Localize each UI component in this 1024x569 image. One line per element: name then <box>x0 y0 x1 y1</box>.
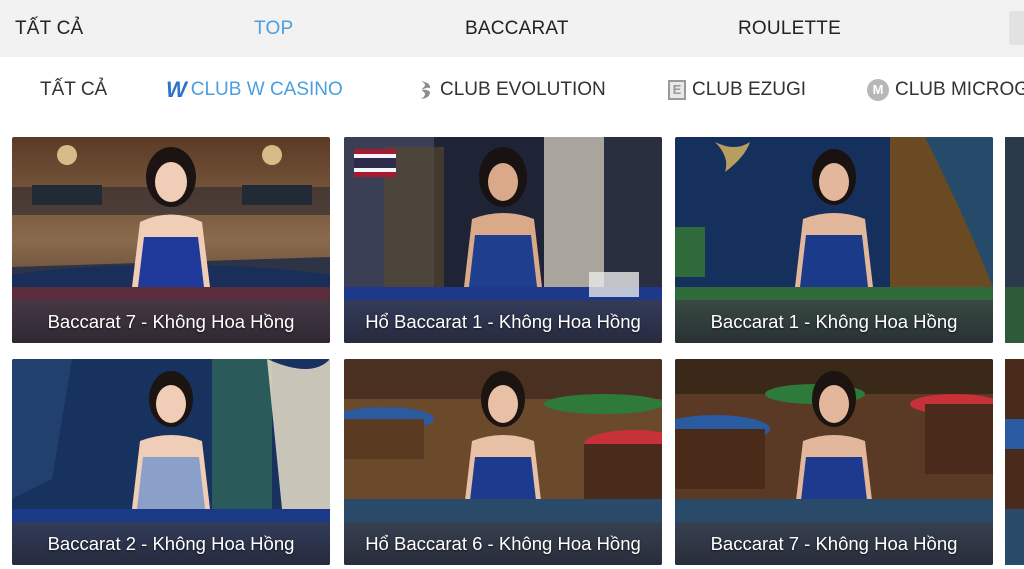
provider-all[interactable]: TẤT CẢ <box>16 78 107 102</box>
tab-top[interactable]: TOP <box>254 18 293 40</box>
provider-label: CLUB MICROG <box>895 79 1024 100</box>
game-card[interactable]: Hổ Baccarat 6 - Không Hoa Hồng <box>344 359 662 565</box>
game-card[interactable]: Baccarat 1 - Không Hoa Hồng <box>675 137 993 343</box>
evolution-logo-icon <box>421 81 431 99</box>
game-card[interactable]: Baccarat 7 - Không Hoa Hồng <box>675 359 993 565</box>
provider-club-ezugi[interactable]: E CLUB EZUGI <box>668 78 806 102</box>
provider-club-evolution[interactable]: CLUB EVOLUTION <box>418 78 606 102</box>
provider-label: TẤT CẢ <box>40 79 108 100</box>
game-card-partial[interactable] <box>1005 359 1024 565</box>
game-title: Baccarat 2 - Không Hoa Hồng <box>12 522 330 565</box>
game-title: Hổ Baccarat 6 - Không Hoa Hồng <box>344 522 662 565</box>
provider-label: CLUB EVOLUTION <box>440 79 606 100</box>
tab-roulette[interactable]: ROULETTE <box>738 18 841 40</box>
dealer-thumbnail-image <box>1005 137 1024 343</box>
game-card[interactable]: Baccarat 2 - Không Hoa Hồng <box>12 359 330 565</box>
provider-label: CLUB EZUGI <box>692 79 807 100</box>
search-input[interactable] <box>1009 11 1024 45</box>
w-casino-logo-icon: W <box>166 77 187 102</box>
microgaming-logo-icon: M <box>867 79 889 101</box>
game-card[interactable]: Baccarat 7 - Không Hoa Hồng <box>12 137 330 343</box>
provider-filter-row: TẤT CẢ W CLUB W CASINO CLUB EVOLUTION E … <box>0 66 1024 114</box>
game-card[interactable]: Hổ Baccarat 1 - Không Hoa Hồng <box>344 137 662 343</box>
game-title: Baccarat 7 - Không Hoa Hồng <box>12 300 330 343</box>
thailand-flag-icon <box>354 149 396 177</box>
tab-all[interactable]: TẤT CẢ <box>15 18 83 40</box>
game-card-partial[interactable] <box>1005 137 1024 343</box>
provider-club-microgaming[interactable]: M CLUB MICROG <box>867 78 1024 102</box>
provider-label: CLUB W CASINO <box>190 79 343 100</box>
grid-icon <box>16 81 34 99</box>
game-title: Baccarat 1 - Không Hoa Hồng <box>675 300 993 343</box>
ezugi-logo-icon: E <box>668 80 686 100</box>
game-title: Hổ Baccarat 1 - Không Hoa Hồng <box>344 300 662 343</box>
category-tab-bar: TẤT CẢ TOP BACCARAT ROULETTE <box>0 0 1024 57</box>
provider-club-w-casino[interactable]: W CLUB W CASINO <box>166 77 343 102</box>
dealer-thumbnail-image <box>1005 359 1024 565</box>
tab-baccarat[interactable]: BACCARAT <box>465 18 569 40</box>
game-title: Baccarat 7 - Không Hoa Hồng <box>675 522 993 565</box>
